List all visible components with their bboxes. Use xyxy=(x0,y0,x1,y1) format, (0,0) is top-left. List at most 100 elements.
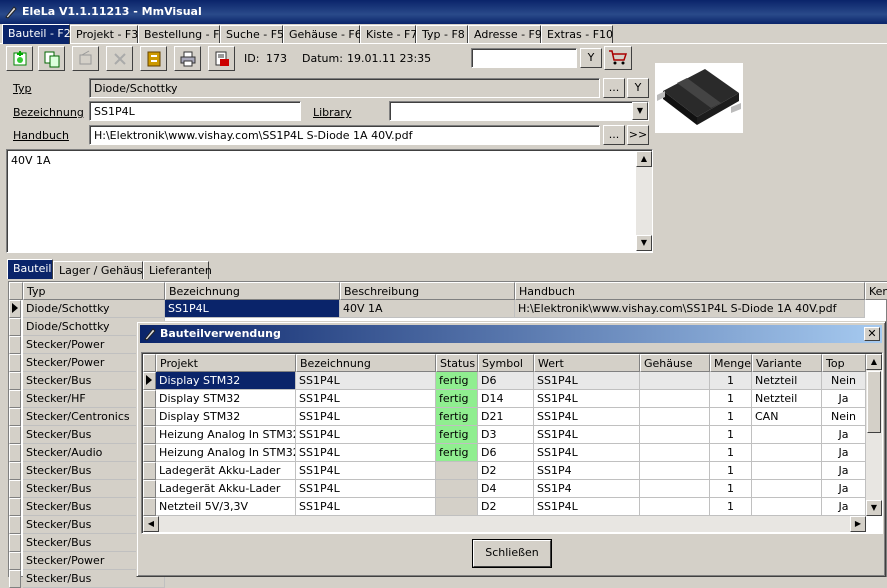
vscroll-thumb[interactable] xyxy=(867,371,881,433)
usage-cell-gehaeuse[interactable] xyxy=(640,372,710,390)
scroll-up-icon[interactable]: ▲ xyxy=(866,354,882,370)
print-button[interactable] xyxy=(174,46,201,71)
usage-cell-variante[interactable] xyxy=(752,444,822,462)
usage-cell-bezeichnung[interactable]: SS1P4L xyxy=(296,480,436,498)
edit-button[interactable] xyxy=(72,46,99,71)
usage-cell-status[interactable]: fertig xyxy=(436,408,478,426)
usage-cell-gehaeuse[interactable] xyxy=(640,444,710,462)
tab-bauteil[interactable]: Bauteil - F2 xyxy=(2,24,71,44)
usage-col-wert[interactable]: Wert xyxy=(534,354,640,372)
usage-cell-variante[interactable] xyxy=(752,426,822,444)
usage-cell-gehaeuse[interactable] xyxy=(640,498,710,516)
scroll-up-icon[interactable]: ▲ xyxy=(636,151,652,167)
subtab-lager[interactable]: Lager / Gehäuse xyxy=(53,261,149,279)
usage-cell-menge[interactable]: 1 xyxy=(710,480,752,498)
usage-cell-symbol[interactable]: D4 xyxy=(478,480,534,498)
usage-cell-variante[interactable] xyxy=(752,498,822,516)
usage-cell-wert[interactable]: SS1P4L xyxy=(534,390,640,408)
col-handbuch[interactable]: Handbuch xyxy=(515,282,865,300)
cart-button[interactable] xyxy=(604,46,632,70)
usage-grid-vscroll[interactable]: ▲ ▼ xyxy=(866,354,882,516)
new-button[interactable] xyxy=(6,46,33,71)
notes-memo[interactable]: 40V 1A ▲ ▼ xyxy=(6,149,653,253)
usage-cell-status[interactable]: fertig xyxy=(436,372,478,390)
usage-cell-projekt[interactable]: Heizung Analog In STM32 xyxy=(156,444,296,462)
usage-cell-top[interactable]: Nein xyxy=(822,372,866,390)
usage-cell-projekt[interactable]: Display STM32 xyxy=(156,390,296,408)
usage-cell-gehaeuse[interactable] xyxy=(640,390,710,408)
usage-cell-variante[interactable]: Netzteil xyxy=(752,390,822,408)
usage-cell-variante[interactable]: Netzteil xyxy=(752,372,822,390)
subtab-bauteil[interactable]: Bauteil xyxy=(7,259,53,279)
typ-field[interactable]: Diode/Schottky xyxy=(89,78,600,98)
usage-cell-top[interactable]: Ja xyxy=(822,426,866,444)
dropdown-arrow-icon[interactable]: ▼ xyxy=(632,102,648,120)
usage-cell-variante[interactable]: CAN xyxy=(752,408,822,426)
grid-row-1-handbuch[interactable]: H:\Elektronik\www.vishay.com\SS1P4L S-Di… xyxy=(515,300,865,318)
usage-cell-menge[interactable]: 1 xyxy=(710,408,752,426)
scroll-down-icon[interactable]: ▼ xyxy=(866,500,882,516)
usage-cell-bezeichnung[interactable]: SS1P4L xyxy=(296,462,436,480)
usage-cell-status[interactable]: fertig xyxy=(436,390,478,408)
usage-cell-projekt[interactable]: Display STM32 xyxy=(156,372,296,390)
usage-col-symbol[interactable]: Symbol xyxy=(478,354,534,372)
usage-cell-wert[interactable]: SS1P4L xyxy=(534,372,640,390)
subtab-lieferanten[interactable]: Lieferanten xyxy=(143,261,212,279)
tab-suche[interactable]: Suche - F5 xyxy=(220,25,284,43)
usage-cell-bezeichnung[interactable]: SS1P4L xyxy=(296,426,436,444)
usage-cell-gehaeuse[interactable] xyxy=(640,462,710,480)
filter-button[interactable]: Y xyxy=(580,48,602,68)
usage-cell-status[interactable]: fertig xyxy=(436,426,478,444)
usage-grid-hscroll[interactable]: ◀ ▶ xyxy=(143,516,866,532)
usage-cell-projekt[interactable]: Heizung Analog In STM32 xyxy=(156,426,296,444)
usage-cell-projekt[interactable]: Netzteil 5V/3,3V xyxy=(156,498,296,516)
usage-cell-symbol[interactable]: D3 xyxy=(478,426,534,444)
col-bezeichnung[interactable]: Bezeichnung xyxy=(165,282,340,300)
tab-gehaeuse[interactable]: Gehäuse - F6 xyxy=(283,25,362,43)
usage-cell-menge[interactable]: 1 xyxy=(710,372,752,390)
usage-cell-projekt[interactable]: Ladegerät Akku-Lader xyxy=(156,480,296,498)
usage-cell-symbol[interactable]: D21 xyxy=(478,408,534,426)
dialog-close-icon[interactable]: ✕ xyxy=(864,327,880,341)
usage-cell-wert[interactable]: SS1P4L xyxy=(534,444,640,462)
usage-cell-menge[interactable]: 1 xyxy=(710,390,752,408)
usage-cell-gehaeuse[interactable] xyxy=(640,426,710,444)
close-button[interactable]: Schließen xyxy=(473,540,551,567)
usage-cell-wert[interactable]: SS1P4L xyxy=(534,408,640,426)
tab-kiste[interactable]: Kiste - F7 xyxy=(360,25,417,43)
usage-cell-top[interactable]: Nein xyxy=(822,408,866,426)
usage-cell-bezeichnung[interactable]: SS1P4L xyxy=(296,390,436,408)
typ-browse-button[interactable]: ... xyxy=(603,78,625,98)
tab-projekt[interactable]: Projekt - F3 xyxy=(70,25,138,43)
usage-cell-status[interactable] xyxy=(436,498,478,516)
handbuch-field[interactable]: H:\Elektronik\www.vishay.com\SS1P4L S-Di… xyxy=(89,125,600,145)
usage-cell-wert[interactable]: SS1P4L xyxy=(534,426,640,444)
usage-col-top[interactable]: Top xyxy=(822,354,866,372)
usage-cell-variante[interactable] xyxy=(752,480,822,498)
usage-cell-top[interactable]: Ja xyxy=(822,444,866,462)
usage-cell-top[interactable]: Ja xyxy=(822,498,866,516)
usage-cell-top[interactable]: Ja xyxy=(822,390,866,408)
usage-col-menge[interactable]: Menge xyxy=(710,354,752,372)
usage-cell-symbol[interactable]: D6 xyxy=(478,444,534,462)
usage-cell-bezeichnung[interactable]: SS1P4L xyxy=(296,498,436,516)
usage-cell-gehaeuse[interactable] xyxy=(640,408,710,426)
usage-cell-wert[interactable]: SS1P4 xyxy=(534,462,640,480)
copy-button[interactable] xyxy=(38,46,65,71)
usage-col-status[interactable]: Status xyxy=(436,354,478,372)
delete-button[interactable] xyxy=(106,46,133,71)
usage-cell-top[interactable]: Ja xyxy=(822,480,866,498)
export-button[interactable] xyxy=(208,46,235,71)
usage-col-projekt[interactable]: Projekt xyxy=(156,354,296,372)
usage-col-gehaeuse[interactable]: Gehäuse xyxy=(640,354,710,372)
scroll-left-icon[interactable]: ◀ xyxy=(143,516,159,532)
col-typ[interactable]: Typ xyxy=(23,282,165,300)
scroll-right-icon[interactable]: ▶ xyxy=(850,516,866,532)
usage-cell-projekt[interactable]: Ladegerät Akku-Lader xyxy=(156,462,296,480)
handbuch-open-button[interactable]: >> xyxy=(627,125,649,145)
usage-col-bezeichnung[interactable]: Bezeichnung xyxy=(296,354,436,372)
usage-cell-top[interactable]: Ja xyxy=(822,462,866,480)
usage-cell-menge[interactable]: 1 xyxy=(710,498,752,516)
bezeichnung-field[interactable]: SS1P4L xyxy=(89,101,301,121)
usage-cell-variante[interactable] xyxy=(752,462,822,480)
